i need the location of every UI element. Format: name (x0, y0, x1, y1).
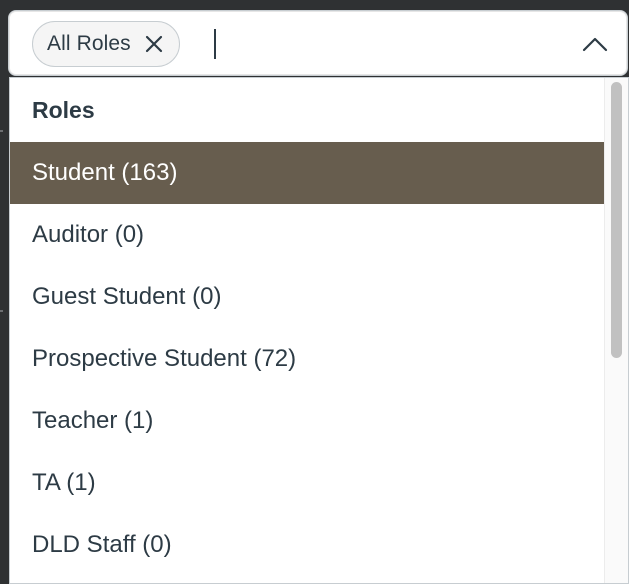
chevron-up-icon[interactable] (581, 31, 609, 57)
option-guest-student[interactable]: Guest Student (0) (10, 266, 604, 328)
background-fragment (0, 310, 3, 312)
role-options-dropdown: Roles Student (163) Auditor (0) Guest St… (9, 77, 629, 584)
scrollbar-thumb[interactable] (611, 82, 622, 358)
option-dld-staff[interactable]: DLD Staff (0) (10, 514, 604, 576)
option-ta[interactable]: TA (1) (10, 452, 604, 514)
background-fragment (0, 130, 3, 132)
option-auditor[interactable]: Auditor (0) (10, 204, 604, 266)
text-caret (214, 29, 216, 59)
option-teacher[interactable]: Teacher (1) (10, 390, 604, 452)
role-select-box[interactable]: All Roles (8, 10, 628, 76)
role-options-list: Student (163) Auditor (0) Guest Student … (10, 142, 604, 576)
selected-role-chip-label: All Roles (47, 32, 131, 55)
selected-role-chip: All Roles (32, 21, 180, 67)
close-icon[interactable] (143, 33, 165, 55)
option-prospective-student[interactable]: Prospective Student (72) (10, 328, 604, 390)
options-group-header: Roles (32, 96, 95, 123)
role-search-input[interactable] (209, 23, 563, 67)
option-student[interactable]: Student (163) (10, 142, 604, 204)
dropdown-scrollbar[interactable] (604, 78, 628, 583)
